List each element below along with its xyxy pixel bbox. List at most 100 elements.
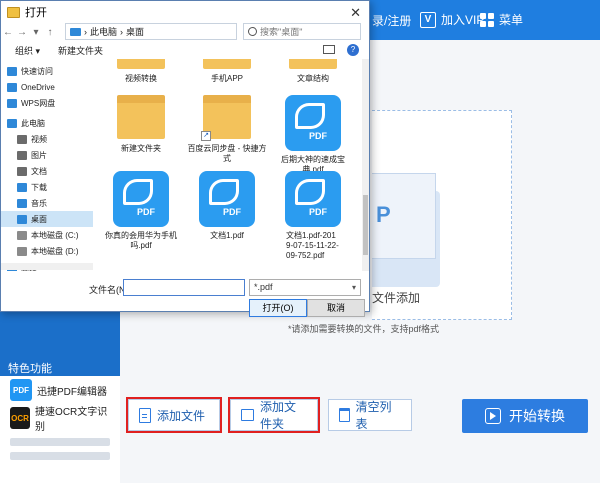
- file-item[interactable]: 视频转换: [99, 59, 183, 84]
- nav-item-label: 本地磁盘 (C:): [31, 230, 79, 240]
- file-item[interactable]: ↗ 百度云同步盘 - 快捷方式: [185, 95, 269, 164]
- add-folder-label: 添加文件夹: [259, 400, 296, 431]
- folder-icon: [203, 59, 251, 69]
- menu-label: 菜单: [499, 13, 524, 27]
- join-vip-button[interactable]: V 加入VIP: [420, 11, 484, 28]
- nav-item[interactable]: 此电脑: [1, 115, 93, 131]
- nav-item-label: WPS网盘: [21, 98, 56, 108]
- chevron-down-icon: ▾: [351, 283, 356, 292]
- featured-section-title: 特色功能: [8, 363, 52, 375]
- folder-icon: [289, 59, 337, 69]
- pc-icon: [7, 118, 17, 128]
- address-bar[interactable]: › 此电脑 › 桌面: [65, 23, 237, 40]
- file-name: 新建文件夹: [121, 144, 161, 153]
- file-icon: [139, 407, 151, 423]
- picture-icon: [17, 150, 27, 160]
- nav-item-label: 快速访问: [21, 66, 53, 76]
- nav-item[interactable]: 快速访问: [1, 63, 93, 79]
- new-folder-button[interactable]: 新建文件夹: [58, 44, 103, 57]
- up-arrow-icon[interactable]: ↑: [43, 27, 57, 38]
- file-dropzone[interactable]: P 文件添加: [372, 110, 512, 320]
- join-vip-label: 加入VIP: [441, 13, 485, 27]
- file-name: 文档1.pdf-2019-07-15-11-22-09-752.pdf: [286, 231, 339, 260]
- vip-icon: V: [420, 11, 436, 28]
- menu-button[interactable]: 菜单: [480, 11, 523, 28]
- breadcrumb-separator: ›: [84, 26, 87, 37]
- chevron-down-icon[interactable]: ▾: [29, 27, 43, 38]
- tool-label: 迅捷PDF编辑器: [37, 386, 107, 398]
- file-name: 文档1.pdf: [210, 231, 244, 240]
- folder-icon: [117, 59, 165, 69]
- forward-arrow-icon[interactable]: →: [15, 27, 29, 38]
- cloud-icon: [7, 82, 17, 92]
- clear-list-label: 清空列表: [355, 400, 392, 431]
- nav-item[interactable]: 下载: [1, 179, 93, 195]
- nav-item[interactable]: 本地磁盘 (C:): [1, 227, 93, 243]
- file-item[interactable]: 手机APP: [185, 59, 269, 84]
- file-item[interactable]: PDF 文档1.pdf: [185, 171, 269, 241]
- pc-icon: [70, 27, 81, 36]
- nav-item[interactable]: 桌面: [1, 211, 93, 227]
- filename-input[interactable]: [123, 279, 245, 296]
- dialog-title: 打开: [25, 7, 47, 19]
- nav-horizontal-scrollbar[interactable]: [1, 263, 93, 270]
- blurred-tool-row: [10, 438, 110, 446]
- search-placeholder: 搜索"桌面": [260, 27, 303, 37]
- nav-item-label: 文档: [31, 166, 47, 176]
- tool-pdf-editor[interactable]: PDF 迅捷PDF编辑器: [0, 376, 120, 404]
- nav-item[interactable]: 本地磁盘 (D:): [1, 243, 93, 259]
- pdf-file-icon: PDF: [113, 171, 169, 227]
- scrollbar-thumb[interactable]: [363, 195, 368, 255]
- desktop-icon: [17, 214, 27, 224]
- back-arrow-icon[interactable]: ←: [1, 27, 15, 38]
- shortcut-folder-icon: ↗: [201, 95, 251, 141]
- document-icon: [17, 166, 27, 176]
- start-convert-button[interactable]: 开始转换: [462, 399, 588, 433]
- breadcrumb-item[interactable]: 桌面: [126, 25, 144, 38]
- nav-item[interactable]: 文档: [1, 163, 93, 179]
- menu-grid-icon: [480, 12, 494, 27]
- pdf-logo-icon: P: [376, 202, 391, 227]
- supported-format-hint: *请添加需要转换的文件，支持pdf格式: [288, 324, 440, 334]
- file-name: 你真的会用华为手机吗.pdf: [105, 231, 177, 250]
- nav-item[interactable]: 音乐: [1, 195, 93, 211]
- nav-item-label: 视频: [31, 134, 47, 144]
- file-name: 手机APP: [210, 74, 243, 83]
- folder-icon: [7, 6, 20, 18]
- file-item[interactable]: PDF 文档1.pdf-2019-07-15-11-22-09-752.pdf: [271, 171, 355, 261]
- close-icon[interactable]: ✕: [350, 5, 361, 21]
- search-input[interactable]: 搜索"桌面": [243, 23, 361, 40]
- cloud-icon: [7, 98, 17, 108]
- file-list-scrollbar[interactable]: [362, 59, 369, 271]
- file-item[interactable]: PDF 你真的会用华为手机吗.pdf: [99, 171, 183, 251]
- open-button[interactable]: 打开(O): [249, 299, 307, 317]
- nav-item[interactable]: OneDrive: [1, 79, 93, 95]
- nav-item-label: 此电脑: [21, 118, 45, 128]
- file-name: 视频转换: [125, 74, 157, 83]
- filetype-select[interactable]: *.pdf ▾: [249, 279, 361, 296]
- help-icon[interactable]: ?: [347, 44, 359, 56]
- organize-menu[interactable]: 组织 ▾: [15, 44, 40, 57]
- file-item[interactable]: 新建文件夹: [99, 95, 183, 154]
- nav-item-label: 下载: [31, 182, 47, 192]
- nav-item[interactable]: WPS网盘: [1, 95, 93, 111]
- clear-list-button[interactable]: 清空列表: [328, 399, 412, 431]
- tool-ocr[interactable]: OCR 捷速OCR文字识别: [0, 404, 120, 433]
- view-options-icon[interactable]: [323, 45, 335, 54]
- start-convert-label: 开始转换: [509, 408, 565, 424]
- file-item[interactable]: 文章结构: [271, 59, 355, 84]
- music-icon: [17, 198, 27, 208]
- add-folder-button[interactable]: 添加文件夹: [228, 397, 320, 433]
- add-file-button[interactable]: 添加文件: [126, 397, 222, 433]
- file-item[interactable]: PDF 后期大神的速成宝典.pdf: [271, 95, 355, 175]
- featured-tools-list: PDF 迅捷PDF编辑器 OCR 捷速OCR文字识别: [0, 376, 120, 483]
- dialog-titlebar[interactable]: 打开 ✕: [1, 1, 369, 23]
- cancel-button[interactable]: 取消: [307, 299, 365, 317]
- nav-item[interactable]: 视频: [1, 131, 93, 147]
- action-bar: 添加文件 添加文件夹 清空列表 开始转换: [120, 390, 600, 443]
- dropzone-add-text: 文件添加: [372, 291, 421, 305]
- breadcrumb-item[interactable]: 此电脑: [90, 25, 117, 38]
- filetype-value: *.pdf: [254, 282, 273, 292]
- login-register-link[interactable]: 录/注册: [372, 12, 411, 29]
- nav-item[interactable]: 图片: [1, 147, 93, 163]
